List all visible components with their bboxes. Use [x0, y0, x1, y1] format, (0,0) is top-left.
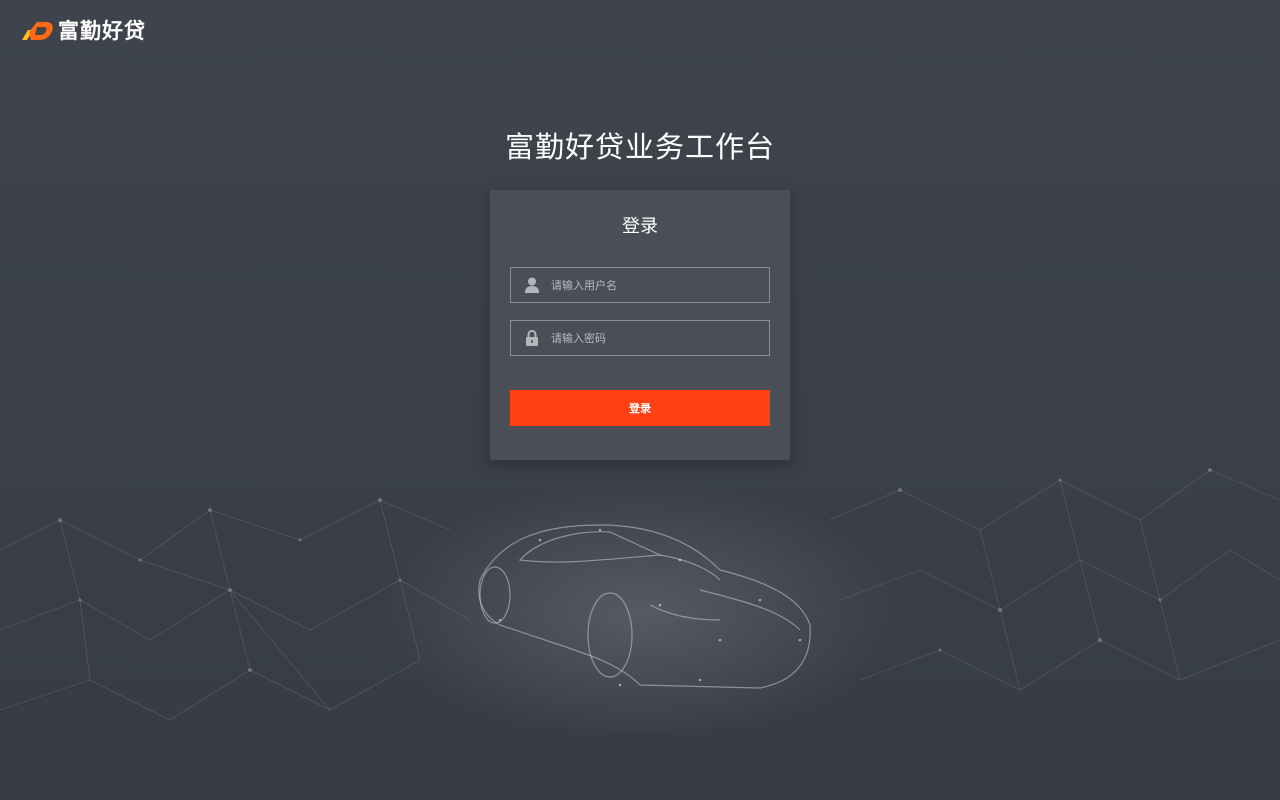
login-button[interactable]: 登录 [510, 390, 770, 426]
page-title: 富勤好贷业务工作台 [504, 130, 775, 164]
username-field[interactable] [510, 267, 770, 303]
lock-icon [526, 330, 538, 346]
logo-text: 富勤好贷 [58, 19, 146, 43]
background-network-illustration [0, 468, 1280, 730]
username-input[interactable] [551, 268, 761, 302]
brand-logo[interactable]: 富勤好贷 [20, 18, 146, 44]
password-field[interactable] [510, 320, 770, 356]
password-input[interactable] [551, 321, 761, 355]
logo-mark-icon [22, 22, 53, 40]
login-card: 登录 登录 [490, 190, 790, 460]
login-page: 富勤好贷 富勤好贷业务工作台 登录 登录 [0, 0, 1280, 800]
login-card-title: 登录 [622, 216, 658, 237]
user-icon [525, 277, 539, 293]
